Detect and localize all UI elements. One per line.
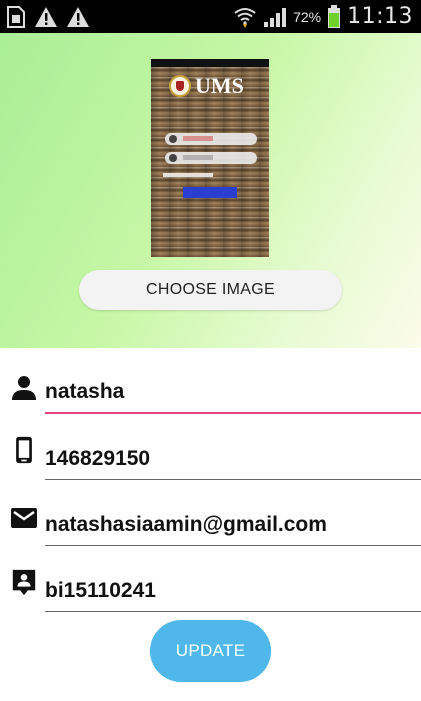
preview-username-field [165,133,257,145]
warning-icon [67,6,89,27]
preview-forgot-link [163,173,213,177]
update-button[interactable]: UPDATE [150,620,271,682]
signal-icon [264,7,287,27]
email-input[interactable]: natashasiaamin@gmail.com [45,504,421,546]
profile-image-preview: UMS [151,59,269,257]
preview-login-button [183,187,237,198]
status-bar-left [0,5,90,28]
name-input[interactable]: natasha [45,372,421,414]
preview-status-bar [151,59,269,67]
battery-percent: 72% [293,8,322,25]
status-bar-right: 72% 11:13 [233,4,421,29]
phone-icon [16,436,32,464]
preview-password-field [165,152,257,164]
status-bar: 72% 11:13 [0,0,421,33]
sim-card-icon [7,5,25,28]
warning-icon [35,6,57,27]
phone-input[interactable]: 146829150 [45,438,421,480]
choose-image-button[interactable]: CHOOSE IMAGE [79,270,342,310]
id-input[interactable]: bi15110241 [45,570,421,612]
preview-logo-text: UMS [195,73,244,98]
id-badge-icon [12,569,36,596]
profile-header: UMS CHOOSE IMAGE [0,33,421,348]
person-icon [12,376,36,400]
clock: 11:13 [347,4,413,29]
email-icon [11,508,37,528]
wifi-icon [234,7,256,28]
preview-logo: UMS [169,73,244,99]
university-seal-icon [169,75,191,97]
battery-icon [328,4,341,28]
